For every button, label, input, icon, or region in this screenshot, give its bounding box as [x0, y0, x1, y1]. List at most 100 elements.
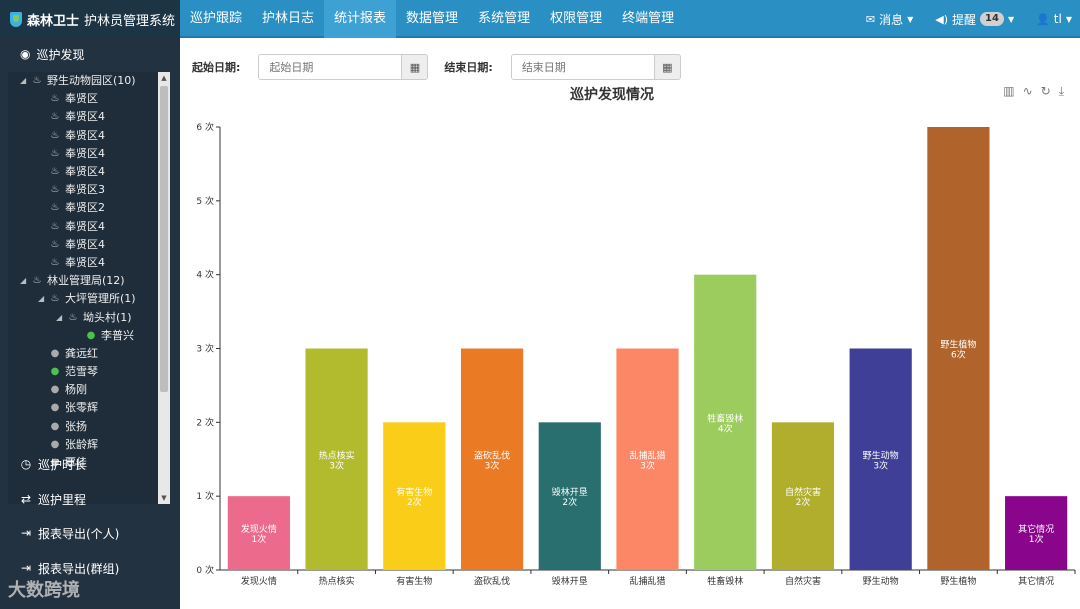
tree-item[interactable]: ♨ 奉贤区4 [8, 145, 170, 163]
calendar-icon[interactable]: ▦ [653, 55, 680, 79]
bar-value-label: 3次 [485, 459, 500, 471]
bar-category-label: 热点核实 [319, 449, 355, 461]
tree-item[interactable]: ◢ ♨ 林业管理局(12) [8, 272, 170, 290]
nav-item-3[interactable]: 数据管理 [396, 0, 468, 38]
y-tick-label: 1 次 [196, 490, 214, 502]
tree-item[interactable]: ♨ 奉贤区4 [8, 236, 170, 254]
tree-item[interactable]: ◢ ♨ 大坪管理所(1) [8, 290, 170, 308]
fire-icon: ♨ [50, 184, 60, 196]
nav-item-1[interactable]: 护林日志 [252, 0, 324, 38]
x-tick-label: 发现火情 [241, 575, 277, 587]
y-tick-label: 5 次 [196, 195, 214, 207]
bar-category-label: 乱捕乱猎 [629, 449, 665, 461]
x-tick-label: 野生植物 [940, 575, 976, 587]
user-icon: ● [50, 420, 60, 432]
bar-category-label: 毁林开垦 [552, 486, 588, 498]
tree-item[interactable]: ♨ 奉贤区3 [8, 181, 170, 199]
sidebar-section-patrol-findings[interactable]: ◉ 巡护发现 [0, 38, 180, 70]
bar-chart-icon[interactable]: ▥ [1003, 84, 1014, 99]
fire-icon: ♨ [50, 111, 60, 123]
calendar-icon[interactable]: ▦ [401, 55, 428, 79]
tree-item-label: 奉贤区4 [65, 146, 105, 160]
tree-item[interactable]: ● 杨刚 [8, 381, 170, 399]
tree-item-label: 林业管理局(12) [47, 274, 125, 288]
line-chart-icon[interactable]: ∿ [1023, 84, 1033, 99]
fire-icon: ♨ [50, 93, 60, 105]
sidebar-menu-2[interactable]: ⇥ 报表导出(个人) [0, 517, 180, 549]
alerts-menu[interactable]: ◀) 提醒 14 ▼ [935, 11, 1014, 28]
tree-item[interactable]: ♨ 奉贤区2 [8, 199, 170, 217]
brand[interactable]: 森林卫士 护林员管理系统 [0, 0, 180, 38]
user-icon: ● [50, 402, 60, 414]
bar-category-label: 其它情况 [1018, 523, 1054, 535]
bar-value-label: 3次 [873, 459, 888, 471]
tree-item[interactable]: ♨ 奉贤区4 [8, 254, 170, 272]
end-date-picker: ▦ [510, 54, 681, 80]
tree-item[interactable]: ● 范雪琴 [8, 363, 170, 381]
tree-item[interactable]: ● 张零辉 [8, 399, 170, 417]
bar-category-label: 牲畜毁林 [707, 412, 743, 424]
tree-item[interactable]: ♨ 奉贤区4 [8, 127, 170, 145]
sidebar: ◉ 巡护发现 ◢ ♨ 野生动物园区(10) ♨ 奉贤区 ♨ 奉贤区4 ♨ 奉贤区4 ♨ 奉贤区4 ♨ 奉… [0, 38, 180, 609]
tree-item[interactable]: ♨ 奉贤区 [8, 90, 170, 108]
messages-label: 消息 [879, 12, 904, 27]
tree-item[interactable]: ● 李普兴 [8, 327, 170, 345]
tree-caret-icon[interactable]: ◢ [56, 309, 66, 327]
download-icon[interactable]: ⤓ [1059, 84, 1064, 99]
date-filters: 起始日期: ▦ 结束日期: ▦ [192, 54, 697, 80]
chevron-down-icon: ▼ [1007, 14, 1015, 24]
messages-menu[interactable]: ✉ 消息 ▼ [866, 11, 913, 28]
fire-icon: ♨ [50, 238, 60, 250]
sidebar-menu-0[interactable]: ◷ 巡护时长 [0, 448, 180, 480]
start-date-input[interactable] [259, 55, 402, 79]
bar-category-label: 有害生物 [396, 486, 432, 498]
bar-value-label: 3次 [640, 459, 655, 471]
tree-caret-icon[interactable]: ◢ [38, 290, 48, 308]
scroll-up-icon[interactable]: ▲ [158, 72, 170, 84]
tree-item-label: 奉贤区4 [65, 110, 105, 124]
user-menu[interactable]: 👤 tl ▼ [1036, 12, 1072, 26]
nav-item-6[interactable]: 终端管理 [612, 0, 684, 38]
x-tick-label: 热点核实 [319, 575, 355, 587]
chevron-down-icon: ▼ [907, 14, 914, 24]
bar-value-label: 4次 [718, 422, 733, 434]
tree-item-label: 李普兴 [101, 328, 134, 342]
tree-item[interactable]: ● 张扬 [8, 418, 170, 436]
tree-item[interactable]: ♨ 奉贤区4 [8, 218, 170, 236]
x-tick-label: 自然灾害 [785, 575, 821, 587]
user-label: tl [1053, 12, 1062, 26]
tree-item-label: 奉贤区 [65, 92, 98, 106]
user-green-icon: ● [50, 366, 60, 378]
y-tick-label: 4 次 [196, 269, 214, 281]
tree-scrollbar[interactable]: ▲ ▼ [158, 72, 170, 504]
tree-item[interactable]: ♨ 奉贤区4 [8, 108, 170, 126]
tree-item[interactable]: ◢ ♨ 野生动物园区(10) [8, 72, 170, 90]
tree-caret-icon[interactable]: ◢ [20, 72, 30, 90]
alerts-count-badge: 14 [980, 12, 1004, 26]
nav-item-2[interactable]: 统计报表 [324, 0, 397, 38]
tree-item-label: 龚远红 [65, 346, 98, 360]
tree-item-label: 奉贤区4 [65, 237, 105, 251]
x-tick-label: 有害生物 [396, 575, 432, 587]
tree-caret-icon[interactable]: ◢ [20, 272, 30, 290]
user-icon: ● [50, 384, 60, 396]
sidebar-menu-1[interactable]: ⇄ 巡护里程 [0, 483, 180, 515]
tree-items: ◢ ♨ 野生动物园区(10) ♨ 奉贤区 ♨ 奉贤区4 ♨ 奉贤区4 ♨ 奉贤区4 ♨ 奉贤区4 ♨ 奉贤区… [8, 72, 170, 472]
nav-item-4[interactable]: 系统管理 [468, 0, 540, 38]
end-date-input[interactable] [511, 55, 654, 79]
fire-icon: ♨ [50, 293, 60, 305]
nav-item-0[interactable]: 巡护跟踪 [180, 0, 252, 38]
nav-item-5[interactable]: 权限管理 [540, 0, 612, 38]
bar-category-label: 发现火情 [241, 523, 277, 535]
tree-item[interactable]: ◢ ♨ 坳头村(1) [8, 308, 170, 326]
export-icon: ⇥ [20, 561, 32, 575]
end-date-label: 结束日期: [444, 61, 493, 74]
scroll-thumb[interactable] [160, 86, 168, 392]
tree-item-label: 范雪琴 [65, 365, 98, 379]
tree-item[interactable]: ● 龚远红 [8, 345, 170, 363]
main-nav: 巡护跟踪 护林日志 统计报表 数据管理 系统管理 权限管理 终端管理 [180, 0, 684, 38]
volume-icon: ◀) [935, 12, 948, 26]
tree-item[interactable]: ♨ 奉贤区4 [8, 163, 170, 181]
refresh-icon[interactable]: ↻ [1041, 84, 1051, 99]
user-icon: 👤 [1036, 12, 1050, 26]
